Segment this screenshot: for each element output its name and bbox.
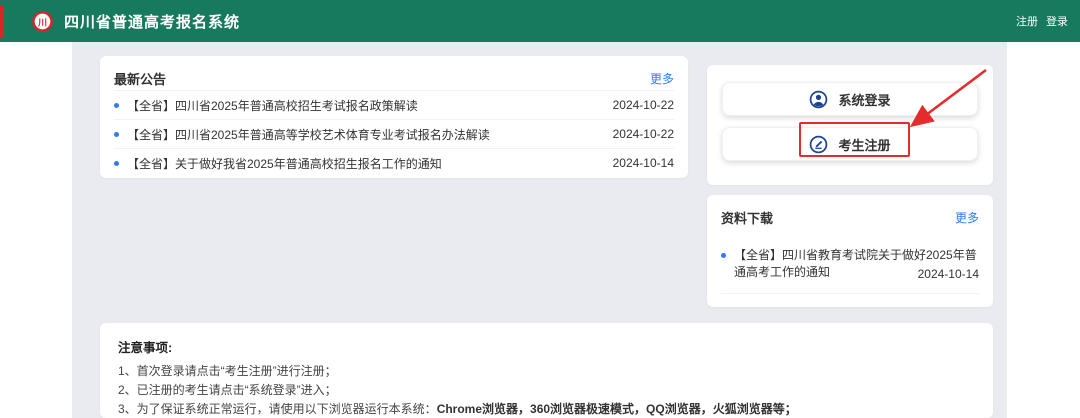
svg-text:川: 川 <box>37 17 47 27</box>
header-nav: 注册 登录 <box>1016 0 1068 42</box>
system-login-button[interactable]: 系统登录 <box>722 82 978 116</box>
downloads-header: 资料下载 更多 <box>721 205 979 229</box>
download-item[interactable]: 【全省】四川省教育考试院关于做好2025年普通高考工作的通知 2024-10-1… <box>721 247 979 294</box>
bullet-icon <box>114 103 119 108</box>
system-login-label: 系统登录 <box>838 90 890 109</box>
announcements-title: 最新公告 <box>114 69 166 88</box>
announcement-item[interactable]: 【全省】四川省2025年普通高校招生考试报名政策解读 2024-10-22 <box>114 90 674 119</box>
announcements-header: 最新公告 更多 <box>114 66 674 90</box>
announcement-date: 2024-10-22 <box>613 98 674 112</box>
note-item: 3、为了保证系统正常运行，请使用以下浏览器运行本系统：Chrome浏览器，360… <box>118 401 975 417</box>
seal-logo-icon: 川 <box>32 11 53 32</box>
announcements-card: 最新公告 更多 【全省】四川省2025年普通高校招生考试报名政策解读 2024-… <box>100 56 688 178</box>
candidate-register-label: 考生注册 <box>838 135 890 154</box>
bullet-icon <box>721 253 726 258</box>
user-circle-icon <box>809 90 828 109</box>
announcement-title: 【全省】四川省2025年普通高等学校艺术体育专业考试报名办法解读 <box>127 126 613 143</box>
announcement-date: 2024-10-22 <box>613 127 674 141</box>
download-date: 2024-10-14 <box>914 267 979 281</box>
notes-card: 注意事项: 1、首次登录请点击“考生注册”进行注册； 2、已注册的考生请点击“系… <box>100 323 993 418</box>
login-link[interactable]: 登录 <box>1046 13 1068 29</box>
note-item-prefix: 3、为了保证系统正常运行，请使用以下浏览器运行本系统： <box>118 402 437 416</box>
notes-title: 注意事项: <box>118 337 975 356</box>
page-root: 川 四川省普通高考报名系统 注册 登录 最新公告 更多 【全省】四川省2025年… <box>0 0 1080 418</box>
downloads-more-link[interactable]: 更多 <box>955 209 979 226</box>
note-item: 1、首次登录请点击“考生注册”进行注册； <box>118 363 975 379</box>
candidate-register-button[interactable]: 考生注册 <box>722 127 978 161</box>
red-edge-marker <box>0 6 4 37</box>
register-link[interactable]: 注册 <box>1016 13 1038 29</box>
announcement-date: 2024-10-14 <box>613 156 674 170</box>
announcement-item[interactable]: 【全省】关于做好我省2025年普通高校招生报名工作的通知 2024-10-14 <box>114 148 674 177</box>
login-panel-card: 系统登录 考生注册 <box>707 65 993 185</box>
note-item-browsers: Chrome浏览器，360浏览器极速模式，QQ浏览器，火狐浏览器等； <box>437 402 797 416</box>
bullet-icon <box>114 161 119 166</box>
downloads-title: 资料下载 <box>721 208 773 227</box>
announcements-more-link[interactable]: 更多 <box>650 70 674 87</box>
app-title: 四川省普通高考报名系统 <box>64 0 240 42</box>
edit-circle-icon <box>809 135 828 154</box>
announcement-item[interactable]: 【全省】四川省2025年普通高等学校艺术体育专业考试报名办法解读 2024-10… <box>114 119 674 148</box>
bullet-icon <box>114 132 119 137</box>
app-header: 川 四川省普通高考报名系统 注册 登录 <box>0 0 1080 42</box>
announcement-title: 【全省】四川省2025年普通高校招生考试报名政策解读 <box>127 97 613 114</box>
downloads-card: 资料下载 更多 【全省】四川省教育考试院关于做好2025年普通高考工作的通知 2… <box>707 195 993 307</box>
note-item: 2、已注册的考生请点击“系统登录”进入； <box>118 382 975 398</box>
announcement-title: 【全省】关于做好我省2025年普通高校招生报名工作的通知 <box>127 155 613 172</box>
